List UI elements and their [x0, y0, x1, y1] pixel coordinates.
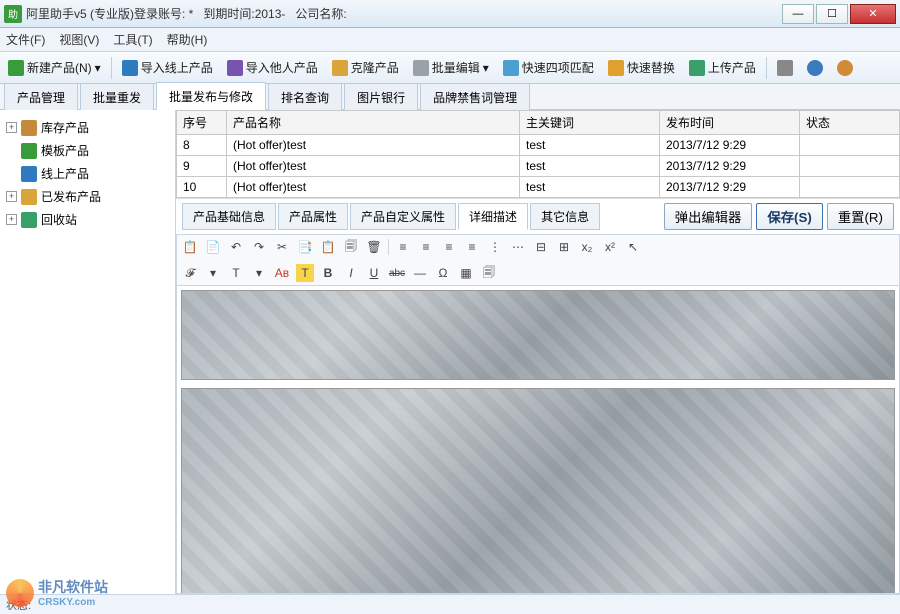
editor-tool-icon[interactable]: ⊞	[555, 238, 573, 256]
sub-tab-4[interactable]: 其它信息	[530, 203, 600, 230]
grid-header[interactable]: 产品名称	[227, 111, 520, 135]
editor-tool-icon[interactable]: ≡	[417, 238, 435, 256]
editor-tool-icon[interactable]: ⋮	[486, 238, 504, 256]
tree-item-0[interactable]: +库存产品	[4, 116, 171, 139]
product-image-2	[181, 388, 895, 594]
editor-tool-icon[interactable]: I	[342, 264, 360, 282]
menu-file[interactable]: 文件(F)	[6, 31, 45, 48]
product-grid[interactable]: 序号产品名称主关键词发布时间状态 8(Hot offer)testtest201…	[176, 110, 900, 198]
reset-button[interactable]: 重置(R)	[827, 203, 894, 230]
table-row[interactable]: 9(Hot offer)testtest2013/7/12 9:29	[177, 156, 900, 177]
editor-tool-icon[interactable]: 🗐	[342, 238, 360, 256]
top-tab-2[interactable]: 批量发布与修改	[156, 82, 266, 110]
tree-item-4[interactable]: +回收站	[4, 208, 171, 231]
maximize-button[interactable]: ☐	[816, 4, 848, 24]
window-title: 阿里助手v5 (专业版)登录账号: * 到期时间:2013- 公司名称:	[26, 5, 347, 22]
statusbar: 状态:	[0, 594, 900, 614]
bulk-edit-button[interactable]: 批量编辑 ▾	[409, 57, 493, 78]
watermark: 非凡软件站 CRSKY.com	[6, 577, 108, 608]
tree-item-2[interactable]: 线上产品	[4, 162, 171, 185]
editor-tool-icon[interactable]: Ω	[434, 264, 452, 282]
sub-tab-3[interactable]: 详细描述	[458, 203, 528, 230]
menu-help[interactable]: 帮助(H)	[167, 31, 208, 48]
editor-tool-icon[interactable]: ↖	[624, 238, 642, 256]
app-icon: 助	[4, 5, 22, 23]
sub-tab-1[interactable]: 产品属性	[278, 203, 348, 230]
editor-tool-icon[interactable]: ≡	[440, 238, 458, 256]
editor-tool-icon[interactable]: 📑	[296, 238, 314, 256]
save-button[interactable]: 保存(S)	[756, 203, 822, 230]
editor-tool-icon[interactable]: ↶	[227, 238, 245, 256]
tree-item-3[interactable]: +已发布产品	[4, 185, 171, 208]
grid-header[interactable]: 主关键词	[520, 111, 660, 135]
top-tab-0[interactable]: 产品管理	[4, 83, 78, 110]
sub-tabs: 产品基础信息产品属性产品自定义属性详细描述其它信息	[182, 203, 660, 230]
product-grid-wrap: 序号产品名称主关键词发布时间状态 8(Hot offer)testtest201…	[176, 110, 900, 198]
product-image-1	[181, 290, 895, 380]
editor-tool-icon[interactable]: T	[296, 264, 314, 282]
editor-tool-icon[interactable]: —	[411, 264, 429, 282]
clone-product-button[interactable]: 克隆产品	[328, 57, 403, 78]
editor-tool-icon[interactable]: ▦	[457, 264, 475, 282]
menubar: 文件(F) 视图(V) 工具(T) 帮助(H)	[0, 28, 900, 52]
editor-tool-icon[interactable]: ▾	[250, 264, 268, 282]
editor-tool-icon[interactable]: U	[365, 264, 383, 282]
new-product-button[interactable]: 新建产品(N) ▾	[4, 57, 105, 78]
editor-tool-icon[interactable]: 𝓕	[181, 264, 199, 282]
popup-editor-button[interactable]: 弹出编辑器	[664, 203, 753, 230]
user-icon[interactable]	[833, 58, 857, 78]
import-online-button[interactable]: 导入线上产品	[118, 57, 217, 78]
toolbar: 新建产品(N) ▾ 导入线上产品 导入他人产品 克隆产品 批量编辑 ▾ 快速四项…	[0, 52, 900, 84]
grid-header[interactable]: 序号	[177, 111, 227, 135]
table-row[interactable]: 10(Hot offer)testtest2013/7/12 9:29	[177, 177, 900, 198]
editor-tool-icon[interactable]: x²	[601, 238, 619, 256]
sub-tab-0[interactable]: 产品基础信息	[182, 203, 276, 230]
top-tab-4[interactable]: 图片银行	[344, 83, 418, 110]
top-tab-3[interactable]: 排名查询	[268, 83, 342, 110]
editor-tool-icon[interactable]: 🗐	[480, 264, 498, 282]
quick-replace-button[interactable]: 快速替换	[604, 57, 679, 78]
editor-tool-icon[interactable]: T	[227, 264, 245, 282]
editor-toolbar: 📋📄↶↷✂📑📋🗐🗑≡≡≡≡⋮⋯⊟⊞x₂x²↖ 𝓕▾T▾AʙTBIUabc—Ω▦🗐	[176, 234, 900, 285]
editor-tool-icon[interactable]: 📋	[319, 238, 337, 256]
editor-tool-icon[interactable]: ▾	[204, 264, 222, 282]
upload-products-button[interactable]: 上传产品	[685, 57, 760, 78]
top-tab-5[interactable]: 品牌禁售词管理	[420, 83, 530, 110]
help-icon[interactable]	[803, 58, 827, 78]
menu-tools[interactable]: 工具(T)	[113, 31, 152, 48]
grid-header[interactable]: 发布时间	[660, 111, 800, 135]
tree-panel: +库存产品模板产品线上产品+已发布产品+回收站	[0, 110, 176, 594]
editor-tool-icon[interactable]: ≡	[394, 238, 412, 256]
editor-tool-icon[interactable]: abc	[388, 264, 406, 282]
top-tab-1[interactable]: 批量重发	[80, 83, 154, 110]
table-row[interactable]: 8(Hot offer)testtest2013/7/12 9:29	[177, 135, 900, 156]
editor-tool-icon[interactable]: B	[319, 264, 337, 282]
editor-body[interactable]	[176, 285, 900, 594]
editor-tool-icon[interactable]: 📄	[204, 238, 222, 256]
editor-tool-icon[interactable]: ✂	[273, 238, 291, 256]
minimize-button[interactable]: —	[782, 4, 814, 24]
watermark-logo-icon	[6, 579, 34, 607]
sub-tab-2[interactable]: 产品自定义属性	[350, 203, 456, 230]
editor-tool-icon[interactable]: Aʙ	[273, 264, 291, 282]
menu-view[interactable]: 视图(V)	[59, 31, 99, 48]
editor-tool-icon[interactable]: ⊟	[532, 238, 550, 256]
editor-tool-icon[interactable]: x₂	[578, 238, 596, 256]
editor-tool-icon[interactable]: ⋯	[509, 238, 527, 256]
import-others-button[interactable]: 导入他人产品	[223, 57, 322, 78]
tree-item-1[interactable]: 模板产品	[4, 139, 171, 162]
grid-header[interactable]: 状态	[800, 111, 900, 135]
quick-match-button[interactable]: 快速四项匹配	[499, 57, 598, 78]
close-button[interactable]: ✕	[850, 4, 896, 24]
editor-tool-icon[interactable]: ≡	[463, 238, 481, 256]
editor-tool-icon[interactable]: 📋	[181, 238, 199, 256]
editor-tool-icon[interactable]: 🗑	[365, 238, 383, 256]
editor-tool-icon[interactable]: ↷	[250, 238, 268, 256]
top-tabs: 产品管理批量重发批量发布与修改排名查询图片银行品牌禁售词管理	[0, 84, 900, 110]
settings-icon[interactable]	[773, 58, 797, 78]
titlebar: 助 阿里助手v5 (专业版)登录账号: * 到期时间:2013- 公司名称: —…	[0, 0, 900, 28]
